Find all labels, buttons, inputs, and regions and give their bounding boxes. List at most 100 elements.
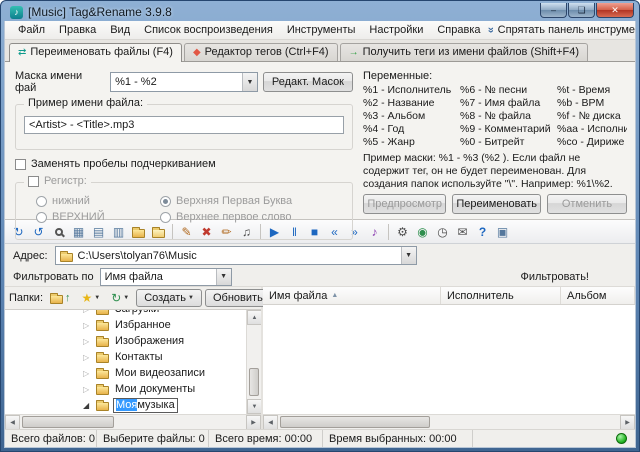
- maximize-button[interactable]: ❏: [568, 3, 595, 18]
- mask-combo[interactable]: %1 - %2 ▼: [110, 72, 258, 92]
- edit-masks-button[interactable]: Редакт. Масок: [263, 72, 353, 92]
- menu-playlist[interactable]: Список воспроизведения: [137, 22, 280, 38]
- menu-settings[interactable]: Настройки: [362, 22, 430, 38]
- chevron-down-icon[interactable]: ▼: [401, 247, 416, 264]
- scroll-track[interactable]: [247, 325, 261, 399]
- column-artist[interactable]: Исполнитель: [441, 287, 561, 304]
- gear-icon[interactable]: ⚙: [393, 222, 412, 241]
- tree-horizontal-scrollbar[interactable]: ◀ ▶: [5, 414, 261, 429]
- menu-view[interactable]: Вид: [103, 22, 137, 38]
- tab-tags-from-filenames[interactable]: → Получить теги из имени файлов (Shift+F…: [340, 43, 588, 61]
- file-browser: Папки: ↑ ★▼ ↻▼ Создать▼ Обновить ▷ Загру…: [5, 287, 635, 429]
- radio-icon: [36, 212, 47, 223]
- replace-spaces-label: Заменять пробелы подчеркиванием: [31, 158, 216, 170]
- radio-icon: [160, 212, 171, 223]
- expand-icon[interactable]: ▷: [83, 337, 92, 346]
- chevron-down-icon[interactable]: ▼: [216, 269, 231, 285]
- music-note-icon[interactable]: ♪: [365, 222, 384, 241]
- refresh-tree-button[interactable]: ↻▼: [107, 289, 133, 307]
- status-total-time: Всего время: 00:00: [209, 430, 323, 447]
- variables-title: Переменные:: [363, 70, 627, 82]
- tab-tag-editor[interactable]: ◆ Редактор тегов (Ctrl+F4): [184, 43, 338, 61]
- toggle-panel-icon[interactable]: ▣: [493, 222, 512, 241]
- scroll-down-icon[interactable]: ▼: [247, 399, 261, 414]
- column-album[interactable]: Альбом: [561, 287, 635, 304]
- scroll-thumb[interactable]: [249, 368, 259, 396]
- refresh-folders-button[interactable]: Обновить: [205, 289, 271, 307]
- scroll-left-icon[interactable]: ◀: [263, 415, 278, 430]
- expand-icon[interactable]: ◢: [83, 401, 92, 410]
- address-bar: Адрес: C:\Users\tolyan76\Music ▼: [5, 244, 635, 267]
- scroll-thumb[interactable]: [280, 416, 430, 428]
- expand-icon[interactable]: ▷: [83, 321, 92, 330]
- replace-spaces-checkbox[interactable]: [15, 159, 26, 170]
- tree-item-downloads[interactable]: ▷ Загрузки: [5, 310, 246, 317]
- close-button[interactable]: ✕: [596, 3, 634, 18]
- rename-button[interactable]: Переименовать: [452, 194, 541, 214]
- hide-toolbar-button[interactable]: « Спрятать панель инструментов: [488, 24, 637, 36]
- window-title: [Music] Tag&Rename 3.9.8: [28, 5, 172, 19]
- favorites-button[interactable]: ★▼: [78, 289, 105, 307]
- status-bar: Всего файлов: 0 Выберите файлы: 0 Всего …: [5, 429, 635, 447]
- variables-grid: %1 - Исполнитель %6 - № песни %t - Время…: [363, 84, 627, 149]
- expand-icon[interactable]: ▷: [83, 310, 92, 314]
- clock-icon[interactable]: ◷: [433, 222, 452, 241]
- tree-item-pictures[interactable]: ▷ Изображения: [5, 333, 246, 349]
- create-folder-button[interactable]: Создать▼: [136, 289, 202, 307]
- help-icon[interactable]: ?: [473, 222, 492, 241]
- variable: %t - Время: [557, 84, 627, 97]
- tab-bar: ⇄ Переименовать файлы (F4) ◆ Редактор те…: [5, 40, 635, 62]
- globe-icon[interactable]: ◉: [413, 222, 432, 241]
- variable: %b - BPM: [557, 97, 627, 110]
- folders-pane: Папки: ↑ ★▼ ↻▼ Создать▼ Обновить ▷ Загру…: [5, 287, 263, 429]
- folders-toolbar: Папки: ↑ ★▼ ↻▼ Создать▼ Обновить: [5, 287, 261, 309]
- filter-apply-button[interactable]: Фильтровать!: [521, 271, 590, 283]
- filter-field-combo[interactable]: Имя файла ▼: [100, 268, 232, 286]
- status-selected-files: Выберите файлы: 0: [97, 430, 209, 447]
- folder-up-button[interactable]: ↑: [46, 289, 75, 307]
- menu-tools[interactable]: Инструменты: [280, 22, 363, 38]
- file-table-body[interactable]: [263, 305, 635, 414]
- expand-icon[interactable]: ▷: [83, 353, 92, 362]
- folder-open-glyph: [152, 229, 165, 238]
- address-path: C:\Users\tolyan76\Music: [78, 250, 197, 262]
- magnifier-glyph: [55, 228, 63, 236]
- expand-icon[interactable]: ▷: [83, 369, 92, 378]
- rename-edit-field[interactable]: Моя музыка: [113, 398, 178, 413]
- variable: %0 - Битрейт: [460, 136, 557, 149]
- folder-icon: [96, 322, 109, 331]
- mail-icon[interactable]: ✉: [453, 222, 472, 241]
- scroll-thumb[interactable]: [22, 416, 114, 428]
- scroll-right-icon[interactable]: ▶: [620, 415, 635, 430]
- tree-item-contacts[interactable]: ▷ Контакты: [5, 349, 246, 365]
- menu-help[interactable]: Справка: [430, 22, 487, 38]
- minimize-button[interactable]: –: [540, 3, 567, 18]
- scroll-track[interactable]: [20, 415, 246, 429]
- chevron-down-icon[interactable]: ▼: [242, 73, 257, 91]
- tree-item-favorites[interactable]: ▷ Избранное: [5, 317, 246, 333]
- menu-file[interactable]: Файл: [11, 22, 52, 38]
- scroll-track[interactable]: [278, 415, 620, 429]
- address-combo[interactable]: C:\Users\tolyan76\Music ▼: [55, 246, 417, 265]
- column-filename[interactable]: Имя файла ▲: [263, 287, 441, 304]
- title-bar[interactable]: ♪ [Music] Tag&Rename 3.9.8 – ❏ ✕: [4, 1, 636, 21]
- scroll-up-icon[interactable]: ▲: [247, 310, 261, 325]
- tree-item-documents[interactable]: ▷ Мои документы: [5, 381, 246, 397]
- menu-edit[interactable]: Правка: [52, 22, 103, 38]
- tab-rename-files[interactable]: ⇄ Переименовать файлы (F4): [9, 43, 182, 62]
- address-value-wrap: C:\Users\tolyan76\Music: [60, 250, 401, 262]
- case-checkbox[interactable]: [28, 176, 39, 187]
- folders-label: Папки:: [9, 292, 43, 304]
- hide-toolbar-label: Спрятать панель инструментов: [498, 24, 636, 36]
- case-group-label: Регистр:: [44, 175, 87, 187]
- table-horizontal-scrollbar[interactable]: ◀ ▶: [263, 414, 635, 429]
- rest-text: музыка: [137, 399, 174, 411]
- expand-icon[interactable]: ▷: [83, 385, 92, 394]
- tree-item-videos[interactable]: ▷ Мои видеозаписи: [5, 365, 246, 381]
- tree-item-music-editing[interactable]: ◢ Моя музыка: [5, 397, 246, 413]
- tab-label: Редактор тегов (Ctrl+F4): [205, 46, 329, 58]
- refresh-icon: ↻: [111, 291, 121, 305]
- scroll-right-icon[interactable]: ▶: [246, 415, 261, 430]
- tree-vertical-scrollbar[interactable]: ▲ ▼: [246, 310, 261, 414]
- scroll-left-icon[interactable]: ◀: [5, 415, 20, 430]
